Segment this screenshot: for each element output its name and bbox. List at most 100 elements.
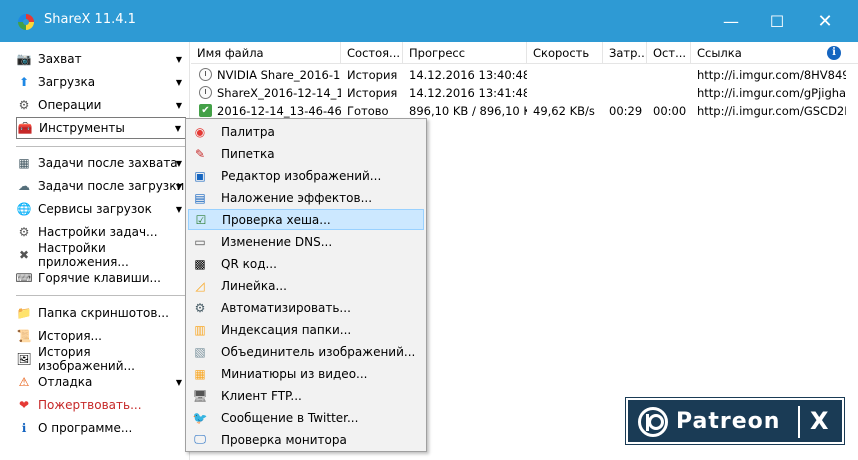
sidebar-item-about[interactable]: ℹ О программе... bbox=[16, 417, 186, 439]
row-remaining bbox=[647, 66, 691, 84]
row-status: История bbox=[347, 86, 398, 100]
image-editor-icon: ▣ bbox=[194, 168, 206, 183]
menu-item-index-folder[interactable]: ▥ Индексация папки... bbox=[188, 319, 424, 340]
index-folder-icon: ▥ bbox=[194, 322, 206, 337]
chevron-down-icon: ▼ bbox=[175, 377, 182, 387]
sidebar-item-task-settings[interactable]: ⚙ Настройки задач... bbox=[16, 221, 186, 243]
menu-item-ftp-client[interactable]: 🖥 Клиент FTP... bbox=[188, 385, 424, 406]
sidebar-item-screenshots-folder[interactable]: 📁 Папка скриншотов... bbox=[16, 302, 186, 324]
hash-check-icon: ☑ bbox=[195, 212, 207, 227]
ftp-client-icon: 🖥 bbox=[192, 388, 208, 403]
image-history-icon: 🖼 bbox=[16, 352, 32, 366]
column-header-elapsed[interactable]: Затр... bbox=[603, 42, 647, 64]
row-progress: 14.12.2016 13:41:48 bbox=[409, 86, 527, 100]
sidebar-item-label: О программе... bbox=[38, 421, 133, 435]
window-title: ShareX 11.4.1 bbox=[44, 12, 136, 27]
menu-item-image-editor[interactable]: ▣ Редактор изображений... bbox=[188, 165, 424, 186]
sidebar-item-destinations[interactable]: 🌐 Сервисы загрузок ▼ bbox=[16, 198, 186, 220]
menu-item-monitor-test[interactable]: 🖵 Проверка монитора bbox=[188, 429, 424, 450]
chevron-down-icon: ▼ bbox=[175, 204, 182, 214]
sidebar-item-after-upload[interactable]: ☁ Задачи после загрузки ▼ bbox=[16, 175, 186, 197]
sidebar-item-debug[interactable]: ⚠ Отладка ▼ bbox=[16, 371, 186, 393]
menu-item-screen-color-picker[interactable]: ✎ Пипетка bbox=[188, 143, 424, 164]
after-capture-icon: ▦ bbox=[18, 156, 30, 170]
column-header-remaining[interactable]: Ост... bbox=[647, 42, 691, 64]
table-row[interactable]: NVIDIA Share_2016-12-... История 14.12.2… bbox=[191, 66, 858, 84]
menu-item-dns-changer[interactable]: ▭ Изменение DNS... bbox=[188, 231, 424, 252]
row-url: http://i.imgur.com/8HV849... bbox=[697, 68, 846, 82]
sidebar-item-label: Отладка bbox=[38, 375, 93, 389]
table-row[interactable]: ShareX_2016-12-14_13-... История 14.12.2… bbox=[191, 84, 858, 102]
sidebar-item-label: Сервисы загрузок bbox=[38, 202, 152, 216]
column-header-progress[interactable]: Прогресс bbox=[403, 42, 527, 64]
effects-icon: ▤ bbox=[194, 190, 206, 205]
ruler-icon: ◿ bbox=[195, 278, 205, 293]
tools-icon: ✖ bbox=[18, 248, 30, 262]
task-settings-icon: ⚙ bbox=[18, 225, 30, 239]
menu-item-qr-code[interactable]: ▩ QR код... bbox=[188, 253, 424, 274]
row-speed bbox=[527, 84, 603, 102]
qr-code-icon: ▩ bbox=[194, 256, 206, 271]
menu-item-label: QR код... bbox=[221, 256, 277, 271]
row-status: История bbox=[347, 68, 398, 82]
globe-icon: 🌐 bbox=[16, 202, 32, 216]
menu-item-image-combiner[interactable]: ▧ Объединитель изображений... bbox=[188, 341, 424, 362]
patreon-banner[interactable]: Patreon X bbox=[625, 397, 845, 445]
toolbox-icon: 🧰 bbox=[17, 121, 33, 135]
close-button[interactable]: ✕ bbox=[800, 0, 850, 42]
camera-icon: 📷 bbox=[16, 52, 32, 66]
sidebar-item-donate[interactable]: ❤ Пожертвовать... bbox=[16, 394, 186, 416]
sidebar-item-after-capture[interactable]: ▦ Задачи после захвата ▼ bbox=[16, 152, 186, 174]
sharex-logo-icon bbox=[18, 14, 34, 30]
sidebar-item-upload[interactable]: ⬆ Загрузка ▼ bbox=[16, 71, 186, 93]
sidebar-item-capture[interactable]: 📷 Захват ▼ bbox=[16, 48, 186, 70]
sidebar-item-app-settings[interactable]: ✖ Настройки приложения... bbox=[16, 241, 186, 269]
column-header-status[interactable]: Состоя... bbox=[341, 42, 403, 64]
sidebar-item-history[interactable]: 📜 История... bbox=[16, 325, 186, 347]
menu-item-label: Проверка хеша... bbox=[222, 212, 331, 227]
tools-dropdown-menu: ◉ Палитра ✎ Пипетка ▣ Редактор изображен… bbox=[185, 118, 427, 452]
menu-item-label: Палитра bbox=[221, 124, 275, 139]
menu-item-image-effects[interactable]: ▤ Наложение эффектов... bbox=[188, 187, 424, 208]
column-header-filename[interactable]: Имя файла bbox=[191, 42, 341, 64]
menu-item-hash-check[interactable]: ☑ Проверка хеша... bbox=[188, 209, 424, 230]
chevron-down-icon: ▼ bbox=[174, 123, 181, 133]
sidebar-item-label: Горячие клавиши... bbox=[38, 271, 161, 285]
column-header-speed[interactable]: Скорость bbox=[527, 42, 603, 64]
menu-item-label: Линейка... bbox=[221, 278, 287, 293]
sidebar-item-label: Папка скриншотов... bbox=[38, 306, 169, 320]
sidebar-item-tools[interactable]: 🧰 Инструменты ▼ bbox=[16, 117, 186, 139]
menu-item-video-thumbnails[interactable]: ▦ Миниатюры из видео... bbox=[188, 363, 424, 384]
row-filename: NVIDIA Share_2016-12-... bbox=[217, 68, 341, 82]
sidebar-item-image-history[interactable]: 🖼 История изображений... bbox=[16, 345, 186, 373]
menu-item-label: Миниатюры из видео... bbox=[221, 366, 368, 381]
info-icon[interactable]: i bbox=[827, 46, 841, 60]
menu-item-label: Автоматизировать... bbox=[221, 300, 351, 315]
sidebar-item-label: Загрузка bbox=[38, 75, 96, 89]
sidebar-item-label: Задачи после загрузки bbox=[38, 179, 185, 193]
menu-item-label: Изменение DNS... bbox=[221, 234, 333, 249]
automate-icon: ⚙ bbox=[194, 300, 206, 315]
sidebar-item-label: Настройки задач... bbox=[38, 225, 158, 239]
sidebar-item-hotkeys[interactable]: ⌨ Горячие клавиши... bbox=[15, 267, 186, 289]
chevron-down-icon: ▼ bbox=[175, 54, 182, 64]
menu-item-tweet-message[interactable]: 🐦 Сообщение в Twitter... bbox=[188, 407, 424, 428]
sidebar-item-label: Операции bbox=[38, 98, 102, 112]
sidebar-divider bbox=[16, 146, 186, 147]
sidebar-item-workflows[interactable]: ⚙ Операции ▼ bbox=[16, 94, 186, 116]
menu-item-label: Редактор изображений... bbox=[221, 168, 382, 183]
menu-item-automate[interactable]: ⚙ Автоматизировать... bbox=[188, 297, 424, 318]
row-url: http://i.imgur.com/gPjigha... bbox=[697, 86, 846, 100]
row-speed: 49,62 KB/s bbox=[533, 104, 595, 118]
maximize-button[interactable]: ☐ bbox=[752, 0, 802, 42]
chevron-down-icon: ▼ bbox=[175, 100, 182, 110]
banner-divider bbox=[798, 406, 800, 438]
menu-item-ruler[interactable]: ◿ Линейка... bbox=[188, 275, 424, 296]
after-upload-icon: ☁ bbox=[18, 179, 30, 193]
menu-item-color-picker[interactable]: ◉ Палитра bbox=[188, 121, 424, 142]
twitter-icon: 🐦 bbox=[192, 410, 208, 425]
minimize-button[interactable]: — bbox=[706, 0, 756, 42]
workflow-icon: ⚙ bbox=[18, 98, 30, 112]
sidebar-item-label: История... bbox=[38, 329, 102, 343]
sidebar-divider bbox=[16, 295, 186, 296]
